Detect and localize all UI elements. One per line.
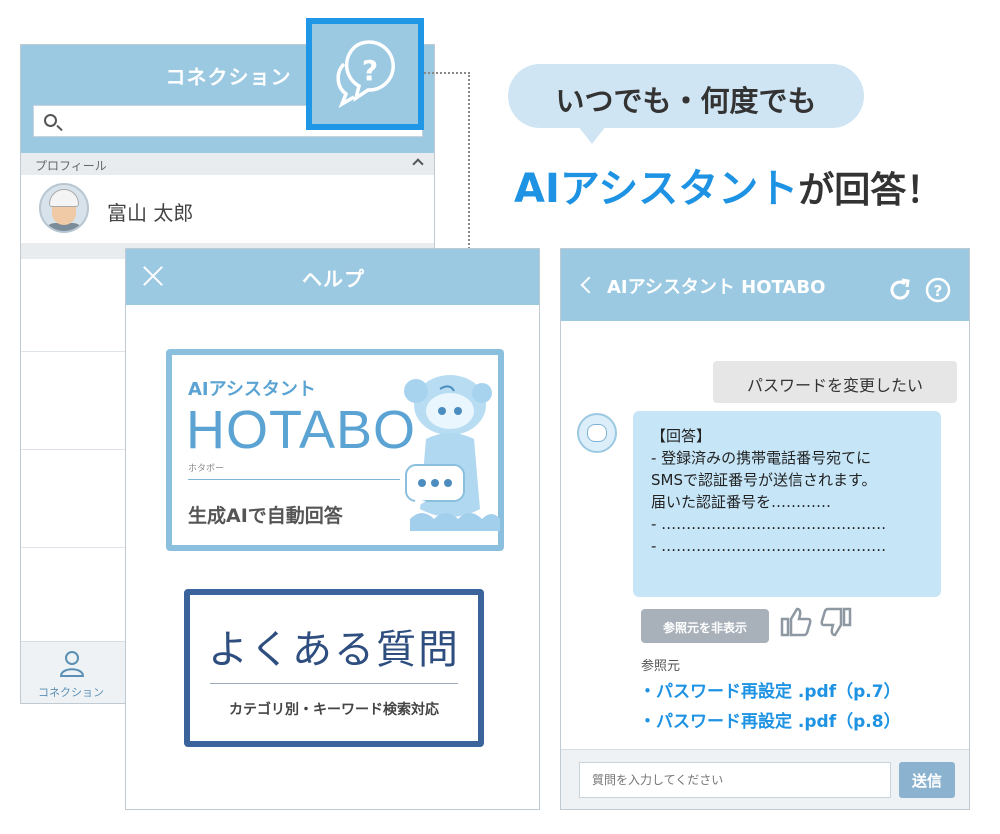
tab-connection-label: コネクション [38, 686, 104, 699]
thumbs-up-icon[interactable] [779, 605, 813, 639]
send-button[interactable]: 送信 [899, 762, 955, 798]
help-title: ヘルプ [302, 267, 365, 291]
faq-title: よくある質問 [208, 627, 460, 673]
profile-name: 富山 太郎 [107, 201, 194, 225]
ai-assistant-card[interactable]: AIアシスタント HOTABO ホタボー 生成AIで自動回答 [166, 349, 504, 551]
chevron-left-icon[interactable] [580, 276, 598, 294]
bot-avatar [577, 413, 617, 453]
bot-message-line: 【回答】 [651, 427, 712, 445]
svg-text:?: ? [934, 282, 943, 300]
help-button[interactable]: ? [306, 18, 424, 130]
help-icon[interactable]: ? [925, 277, 951, 303]
mascot-icon [404, 375, 500, 531]
bot-message-line: - ……………………………………… [651, 537, 887, 555]
reference-link[interactable]: ・パスワード再設定 .pdf（p.7） [639, 677, 901, 702]
chevron-up-icon [412, 158, 424, 170]
profile-section-header[interactable]: プロフィール [21, 153, 434, 175]
divider [188, 479, 400, 480]
headline-main: AIアシスタント [514, 166, 799, 212]
headline-tail: が回答！ [798, 170, 943, 211]
chat-input-bar: 送信 [561, 749, 969, 809]
headline: AIアシスタントが回答！ [514, 156, 942, 214]
connector-line [424, 72, 470, 252]
divider [210, 683, 458, 684]
bot-message-line: SMSで認証番号が送信されます。 [651, 471, 877, 489]
profile-section-label: プロフィール [35, 159, 107, 173]
reload-icon[interactable] [887, 277, 913, 303]
bubble-text: いつでも・何度でも [555, 84, 817, 118]
thumbs-down-icon[interactable] [819, 605, 853, 639]
bot-message-line: 届いた認証番号を………… [651, 493, 832, 511]
ai-card-subtitle: 生成AIで自動回答 [188, 505, 343, 527]
svg-text:?: ? [362, 54, 378, 87]
tab-connection[interactable]: コネクション [21, 642, 121, 703]
help-panel: ヘルプ AIアシスタント HOTABO ホタボー 生成AIで自動回答 よくある質… [125, 248, 540, 810]
references-label: 参照元 [641, 659, 681, 674]
person-icon [59, 651, 85, 677]
bot-message-line: - ……………………………………… [651, 515, 887, 533]
avatar [39, 183, 89, 233]
chat-header: AIアシスタント HOTABO ? [561, 249, 969, 321]
user-message: パスワードを変更したい [713, 361, 957, 403]
bot-message: 【回答】 - 登録済みの携帯電話番号宛てに SMSで認証番号が送信されます。 届… [633, 411, 941, 597]
ai-card-ruby: ホタボー [188, 464, 225, 474]
chat-panel: AIアシスタント HOTABO ? パスワードを変更したい 【回答】 - 登録済… [560, 248, 970, 810]
chat-title: AIアシスタント HOTABO [607, 277, 826, 298]
search-icon [44, 114, 57, 127]
faq-card[interactable]: よくある質問 カテゴリ別・キーワード検索対応 [184, 589, 484, 747]
profile-row[interactable]: 富山 太郎 [21, 175, 434, 243]
speech-bubble: いつでも・何度でも [508, 64, 864, 144]
ai-card-kicker: AIアシスタント [188, 379, 316, 400]
question-input[interactable] [579, 762, 891, 798]
faq-subtitle: カテゴリ別・キーワード検索対応 [229, 702, 439, 718]
bot-message-line: - 登録済みの携帯電話番号宛てに [651, 449, 872, 467]
hide-sources-button[interactable]: 参照元を非表示 [641, 609, 769, 643]
help-chat-icon: ? [336, 40, 395, 109]
help-header: ヘルプ [126, 249, 539, 305]
ai-card-name: HOTABO [186, 400, 417, 460]
reference-link[interactable]: ・パスワード再設定 .pdf（p.8） [639, 707, 901, 732]
